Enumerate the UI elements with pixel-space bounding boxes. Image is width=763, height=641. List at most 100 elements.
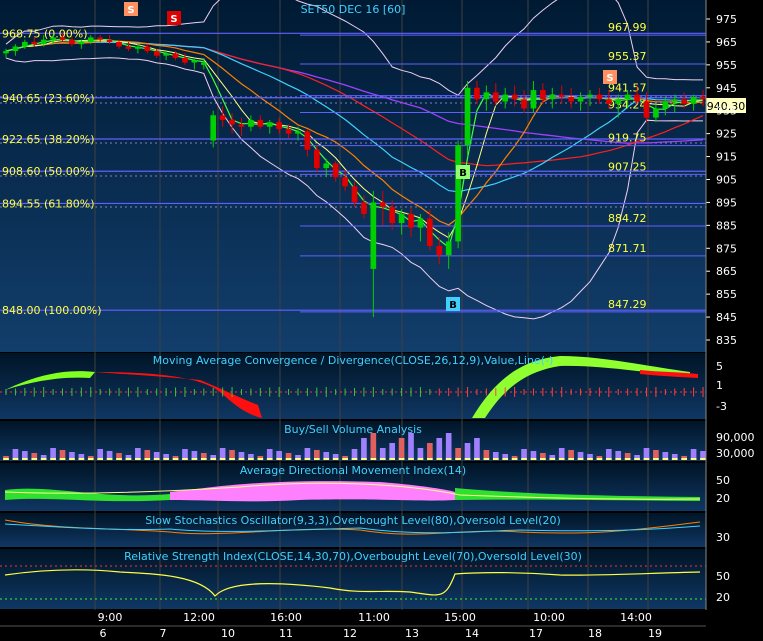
subpanel-tick-label: 90,000 bbox=[716, 431, 755, 444]
x-date-label: 18 bbox=[588, 627, 602, 640]
y-tick-label: 945 bbox=[716, 82, 737, 95]
candle-body bbox=[690, 96, 697, 104]
candle-body bbox=[78, 41, 85, 45]
volume-base bbox=[342, 458, 348, 460]
volume-base bbox=[427, 458, 433, 460]
volume-base bbox=[87, 458, 94, 460]
volume-base bbox=[238, 458, 245, 460]
x-time-label: 16:00 bbox=[270, 611, 302, 624]
subpanel-tick-label: 50 bbox=[716, 474, 730, 487]
candle-body bbox=[398, 213, 405, 224]
level-label: 967.99 bbox=[608, 21, 647, 34]
volume-base bbox=[474, 458, 480, 460]
candle-body bbox=[389, 207, 396, 224]
candle-body bbox=[596, 94, 603, 100]
y-tick-label: 965 bbox=[716, 36, 737, 49]
volume-base bbox=[379, 458, 386, 460]
volume-base bbox=[408, 458, 414, 460]
y-axis-labels: 975 965 955 945 935 925 915 905 895 885 875 865 855 8… bbox=[705, 0, 737, 610]
level-label: 907.25 bbox=[608, 160, 647, 173]
level-label: 847.29 bbox=[608, 298, 647, 311]
volume-base bbox=[313, 458, 320, 460]
volume-base bbox=[295, 458, 301, 460]
volume-base bbox=[502, 458, 509, 460]
volume-bar bbox=[370, 433, 377, 460]
x-date-label: 14 bbox=[465, 627, 479, 640]
candle-body bbox=[634, 94, 640, 102]
volume-base bbox=[210, 458, 217, 460]
candle-body bbox=[3, 51, 9, 54]
volume-base bbox=[40, 458, 47, 460]
volume-bar bbox=[436, 438, 443, 460]
volume-base bbox=[615, 458, 622, 460]
candle-body bbox=[97, 37, 104, 40]
x-time-label: 15:00 bbox=[444, 611, 476, 624]
candle-body bbox=[436, 245, 443, 256]
volume-base bbox=[398, 458, 405, 460]
volume-base bbox=[643, 458, 650, 460]
volume-base bbox=[492, 458, 499, 460]
volume-base bbox=[3, 458, 9, 460]
candle-body bbox=[351, 186, 358, 203]
y-tick-label: 915 bbox=[716, 151, 737, 164]
volume-base bbox=[596, 458, 603, 460]
volume-base bbox=[182, 458, 188, 460]
y-tick-label: 925 bbox=[716, 128, 737, 141]
volume-base bbox=[276, 458, 282, 460]
candle-body bbox=[549, 94, 556, 100]
candle-body bbox=[681, 99, 687, 104]
candle-body bbox=[50, 37, 56, 40]
x-time-label: 14:00 bbox=[620, 611, 652, 624]
candle-body bbox=[229, 119, 235, 125]
x-time-label: 12:00 bbox=[183, 611, 215, 624]
volume-base bbox=[22, 458, 28, 460]
volume-base bbox=[144, 458, 151, 460]
volume-base bbox=[662, 458, 669, 460]
candle-body bbox=[653, 108, 659, 118]
volume-base bbox=[530, 458, 537, 460]
candle-body bbox=[182, 57, 188, 63]
volume-base bbox=[285, 458, 292, 460]
volume-base bbox=[549, 458, 556, 460]
volume-base bbox=[577, 458, 584, 460]
candle-body bbox=[568, 96, 574, 102]
x-time-label: 10:00 bbox=[533, 611, 565, 624]
candle-body bbox=[257, 119, 264, 127]
candle-body bbox=[332, 163, 339, 178]
candle-body bbox=[59, 37, 66, 40]
x-date-label: 7 bbox=[160, 627, 167, 640]
fib-label: 968.75 (0.00%) bbox=[2, 27, 88, 40]
candle-body bbox=[12, 46, 19, 52]
subpanel-tick-label: 50 bbox=[716, 570, 730, 583]
candle-body bbox=[417, 218, 424, 228]
candle-body bbox=[144, 46, 151, 52]
volume-base bbox=[483, 458, 490, 460]
y-tick-label: 835 bbox=[716, 334, 737, 347]
volume-base bbox=[12, 458, 19, 460]
y-tick-label: 895 bbox=[716, 196, 737, 209]
candle-body bbox=[31, 41, 38, 45]
sell-marker-2-text: S bbox=[170, 14, 177, 25]
candle-body bbox=[577, 96, 584, 102]
level-label: 871.71 bbox=[608, 242, 647, 255]
candle-body bbox=[285, 129, 292, 134]
candle-body bbox=[455, 145, 461, 242]
volume-base bbox=[653, 458, 659, 460]
y-tick-label: 935 bbox=[716, 105, 737, 118]
subpanel-tick-label: 20 bbox=[716, 492, 730, 505]
candle-body bbox=[22, 41, 28, 47]
candle-body bbox=[106, 39, 113, 42]
volume-base bbox=[455, 458, 461, 460]
sell-marker-1-text: S bbox=[127, 5, 134, 16]
volume-base bbox=[568, 458, 574, 460]
volume-base bbox=[332, 458, 339, 460]
volume-bar bbox=[389, 443, 396, 460]
x-date-label: 10 bbox=[221, 627, 235, 640]
candle-body bbox=[370, 202, 377, 269]
volume-base bbox=[153, 458, 160, 460]
volume-base bbox=[172, 458, 179, 460]
y-tick-label: 905 bbox=[716, 174, 737, 187]
subpanel-tick-label: -3 bbox=[716, 400, 727, 413]
candle-body bbox=[483, 92, 490, 100]
buy-marker-2-text: B bbox=[449, 300, 457, 311]
